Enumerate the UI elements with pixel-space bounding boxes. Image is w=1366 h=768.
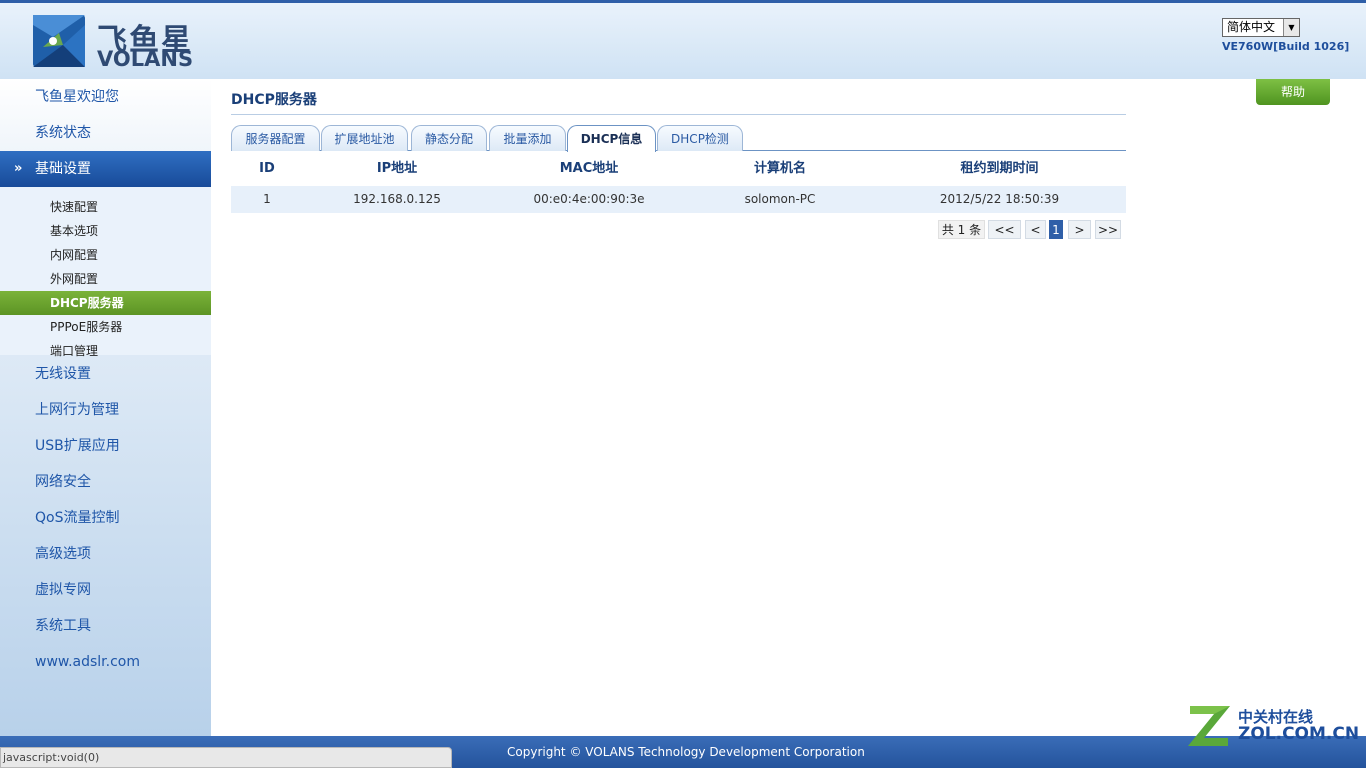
tab-static-allocation[interactable]: 静态分配: [411, 125, 487, 151]
sidebar-item-label: 基础设置: [35, 161, 91, 177]
submenu-lan-config[interactable]: 内网配置: [0, 243, 211, 267]
cell-id: 1: [263, 192, 271, 206]
sidebar-item-label: 系统工具: [35, 618, 91, 634]
table-row: 1 192.168.0.125 00:e0:4e:00:90:3e solomo…: [231, 186, 1126, 213]
submenu-dhcp-server[interactable]: DHCP服务器: [0, 291, 211, 315]
copyright-label: Copyright © VOLANS Technology Developmen…: [507, 745, 865, 759]
column-header-id: ID: [259, 161, 275, 176]
sidebar-item-label: 上网行为管理: [35, 402, 119, 418]
cell-lease-expiry: 2012/5/22 18:50:39: [939, 192, 1060, 206]
firmware-version: VE760W[Build 1026]: [1222, 40, 1350, 53]
main-content: DHCP服务器 帮助 服务器配置 扩展地址池 静态分配 批量添加 DHCP信息 …: [211, 79, 1366, 736]
language-select[interactable]: 简体中文 ▼: [1222, 18, 1300, 37]
sidebar-item-advanced[interactable]: 高级选项: [0, 536, 211, 572]
chevron-down-icon[interactable]: ▼: [1283, 19, 1299, 36]
submenu-label: 内网配置: [50, 248, 99, 262]
submenu-label: DHCP服务器: [50, 296, 124, 310]
sidebar-item-welcome[interactable]: 飞鱼星欢迎您: [0, 79, 211, 115]
header: 飞鱼星 VOLANS 简体中文 ▼ VE760W[Build 1026]: [0, 0, 1366, 79]
volans-logo[interactable]: 飞鱼星 VOLANS: [33, 15, 193, 71]
basic-settings-submenu: 快速配置 基本选项 内网配置 外网配置 DHCP服务器 PPPoE服务器 端口管…: [0, 187, 211, 358]
submenu-quick-config[interactable]: 快速配置: [0, 195, 211, 219]
tab-extended-pool[interactable]: 扩展地址池: [321, 125, 408, 151]
column-header-lease-expiry: 租约到期时间: [960, 161, 1039, 176]
sidebar-item-website-link[interactable]: www.adslr.com: [0, 644, 211, 680]
language-select-value: 简体中文: [1227, 20, 1276, 34]
sidebar-item-basic-settings[interactable]: » 基础设置: [0, 151, 211, 187]
sidebar-item-label: 网络安全: [35, 474, 91, 490]
submenu-wan-config[interactable]: 外网配置: [0, 267, 211, 291]
sidebar-item-security[interactable]: 网络安全: [0, 464, 211, 500]
sidebar-item-qos[interactable]: QoS流量控制: [0, 500, 211, 536]
tab-dhcp-detect[interactable]: DHCP检测: [657, 125, 743, 151]
pager-current-page[interactable]: 1: [1049, 220, 1063, 239]
browser-status-bar: javascript:void(0): [0, 747, 452, 768]
column-header-mac: MAC地址: [559, 161, 619, 176]
sidebar-item-system-tools[interactable]: 系统工具: [0, 608, 211, 644]
submenu-label: 外网配置: [50, 272, 99, 286]
tab-dhcp-info[interactable]: DHCP信息: [567, 125, 656, 152]
pager-last-button[interactable]: >>: [1095, 220, 1121, 239]
sidebar-item-label: 虚拟专网: [35, 582, 91, 598]
tab-batch-add[interactable]: 批量添加: [489, 125, 566, 151]
submenu-label: 快速配置: [50, 200, 99, 214]
sidebar-item-wireless[interactable]: 无线设置: [0, 356, 211, 392]
submenu-basic-options[interactable]: 基本选项: [0, 219, 211, 243]
title-divider: [231, 114, 1126, 115]
sidebar-item-usb[interactable]: USB扩展应用: [0, 428, 211, 464]
cell-mac: 00:e0:4e:00:90:3e: [533, 192, 645, 206]
column-header-hostname: 计算机名: [753, 161, 806, 176]
pager-prev-button[interactable]: <: [1025, 220, 1046, 239]
sidebar-item-label: QoS流量控制: [35, 510, 120, 526]
volans-logo-icon: [33, 15, 85, 67]
sidebar: 飞鱼星欢迎您 系统状态 » 基础设置 快速配置 基本选项 内网配置 外网配置 D…: [0, 79, 211, 736]
zol-watermark-en: ZOL.COM.CN: [1238, 724, 1360, 744]
pager-total: 共 1 条: [938, 220, 985, 239]
sidebar-item-label: 飞鱼星欢迎您: [35, 89, 119, 105]
zol-logo-icon: [1188, 706, 1230, 746]
sidebar-item-behavior-management[interactable]: 上网行为管理: [0, 392, 211, 428]
cell-hostname: solomon-PC: [744, 192, 816, 206]
table-header: ID IP地址 MAC地址 计算机名 租约到期时间: [231, 155, 1126, 183]
submenu-label: PPPoE服务器: [50, 320, 123, 334]
sidebar-item-label: www.adslr.com: [35, 654, 140, 670]
sidebar-item-vpn[interactable]: 虚拟专网: [0, 572, 211, 608]
zol-watermark: 中关村在线 ZOL.COM.CN: [1186, 700, 1360, 748]
pager-next-button[interactable]: >: [1068, 220, 1091, 239]
submenu-label: 基本选项: [50, 224, 99, 238]
sidebar-item-system-status[interactable]: 系统状态: [0, 115, 211, 151]
tab-bar: 服务器配置 扩展地址池 静态分配 批量添加 DHCP信息 DHCP检测: [231, 125, 1126, 152]
double-chevron-down-icon: »: [14, 161, 23, 176]
tab-server-config[interactable]: 服务器配置: [231, 125, 320, 151]
sidebar-item-label: USB扩展应用: [35, 438, 120, 454]
column-header-ip: IP地址: [376, 161, 418, 176]
sidebar-item-label: 系统状态: [35, 125, 91, 141]
help-button[interactable]: 帮助: [1256, 79, 1330, 105]
page-title: DHCP服务器: [231, 92, 317, 108]
submenu-pppoe-server[interactable]: PPPoE服务器: [0, 315, 211, 339]
pager-first-button[interactable]: <<: [988, 220, 1021, 239]
cell-ip: 192.168.0.125: [353, 192, 441, 206]
sidebar-item-label: 无线设置: [35, 366, 91, 382]
logo-en-text: VOLANS: [97, 47, 194, 71]
sidebar-item-label: 高级选项: [35, 546, 91, 562]
